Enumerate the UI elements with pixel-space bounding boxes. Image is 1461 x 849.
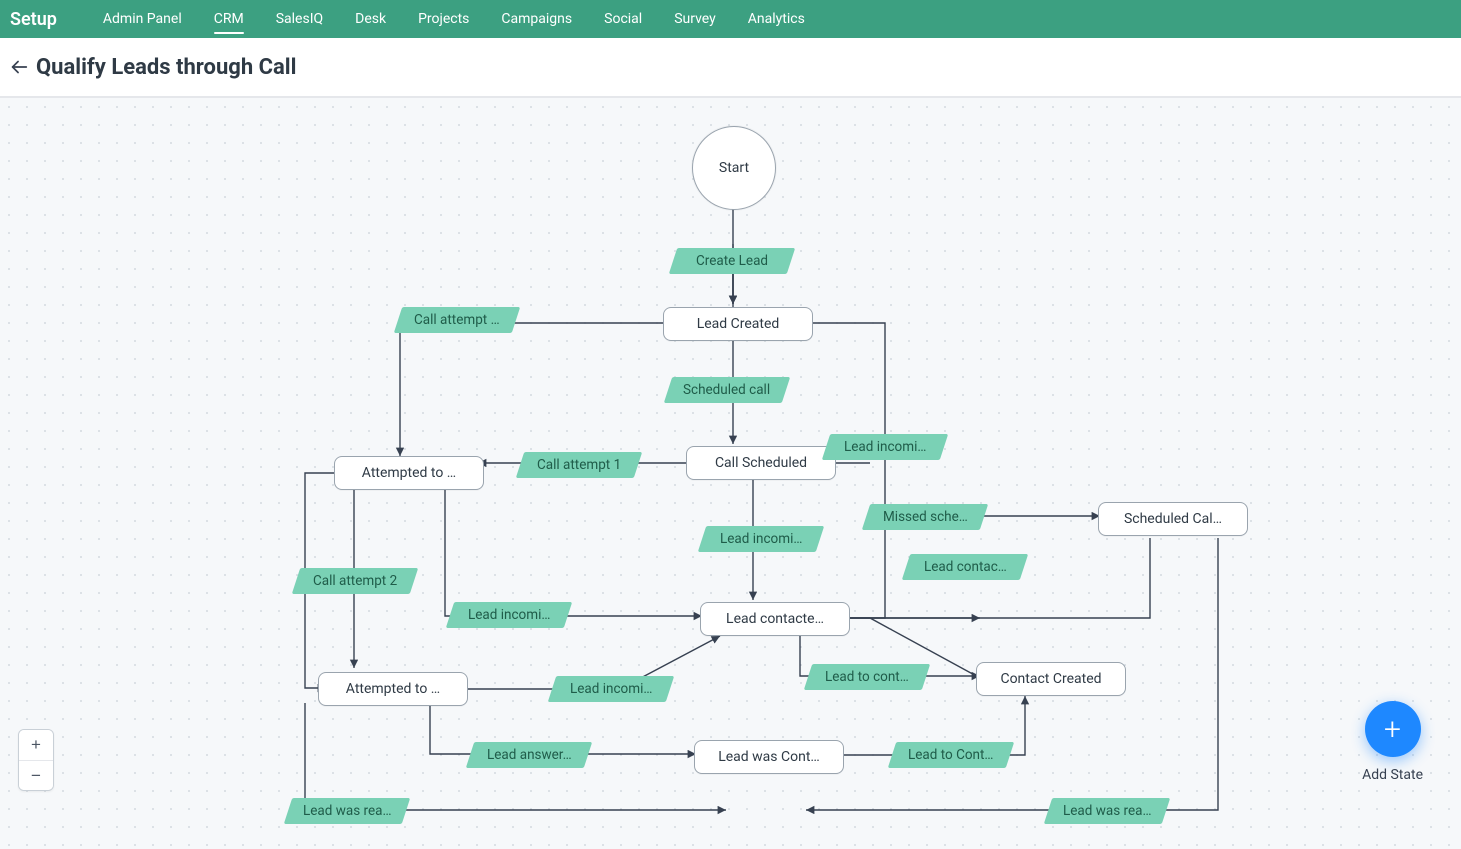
nav-tab-survey[interactable]: Survey	[674, 0, 716, 38]
add-state-caption: Add State	[1362, 767, 1423, 783]
plus-icon: +	[1384, 712, 1401, 747]
page-title: Qualify Leads through Call	[36, 55, 296, 80]
state-lead-was-contacted[interactable]: Lead was Cont…	[694, 740, 844, 774]
transition-label: Lead incomi…	[844, 439, 926, 455]
transition-lead-to-contact-short[interactable]: Lead to cont…	[804, 664, 930, 690]
transition-lead-to-contact-cap[interactable]: Lead to Cont…	[888, 742, 1014, 768]
transition-label: Scheduled call	[683, 382, 770, 398]
zoom-control: + −	[18, 729, 54, 791]
blueprint-canvas[interactable]: Start Create Lead Lead Created Call atte…	[0, 97, 1461, 849]
transition-label: Lead was rea…	[1063, 803, 1152, 819]
state-call-scheduled[interactable]: Call Scheduled	[686, 446, 836, 480]
state-attempted-1[interactable]: Attempted to …	[334, 456, 484, 490]
transition-label: Call attempt 1	[537, 457, 621, 473]
state-lead-contacted[interactable]: Lead contacte…	[700, 602, 850, 636]
transition-lead-incoming-mid[interactable]: Lead incomi…	[698, 526, 824, 552]
transition-label: Lead to Cont…	[908, 747, 993, 763]
nav-tab-projects[interactable]: Projects	[418, 0, 469, 38]
transition-label: Create Lead	[696, 253, 768, 269]
brand: Setup	[10, 9, 57, 30]
zoom-out-button[interactable]: −	[19, 760, 53, 790]
transition-call-attempt-top[interactable]: Call attempt …	[394, 307, 520, 333]
add-state-button[interactable]: +	[1365, 701, 1421, 757]
transition-label: Lead incomi…	[720, 531, 802, 547]
transition-missed-scheduled[interactable]: Missed sche…	[862, 504, 988, 530]
state-lead-created[interactable]: Lead Created	[663, 307, 813, 341]
transition-label: Lead incomi…	[570, 681, 652, 697]
transition-lead-was-reached-right[interactable]: Lead was rea…	[1044, 798, 1170, 824]
transition-label: Lead to cont…	[825, 669, 909, 685]
transition-label: Call attempt 2	[313, 573, 397, 589]
nav-tab-desk[interactable]: Desk	[355, 0, 386, 38]
nav-tab-social[interactable]: Social	[604, 0, 642, 38]
nav-tab-admin[interactable]: Admin Panel	[103, 0, 182, 38]
state-attempted-2[interactable]: Attempted to …	[318, 672, 468, 706]
transition-lead-answered[interactable]: Lead answer…	[466, 742, 592, 768]
zoom-in-button[interactable]: +	[19, 730, 53, 760]
add-state-fab: + Add State	[1362, 701, 1423, 783]
state-scheduled-call-missed[interactable]: Scheduled Cal…	[1098, 502, 1248, 536]
start-node[interactable]: Start	[692, 126, 776, 210]
transition-label: Lead contac…	[924, 559, 1007, 575]
transition-lead-contacted-right[interactable]: Lead contac…	[902, 554, 1028, 580]
transition-call-attempt-1[interactable]: Call attempt 1	[516, 452, 642, 478]
transition-create-lead[interactable]: Create Lead	[669, 248, 795, 274]
transition-label: Lead incomi…	[468, 607, 550, 623]
transition-label: Lead answer…	[487, 747, 572, 763]
transition-call-attempt-2[interactable]: Call attempt 2	[292, 568, 418, 594]
nav-tab-crm[interactable]: CRM	[214, 0, 244, 38]
transition-lead-incoming-low[interactable]: Lead incomi…	[548, 676, 674, 702]
transition-label: Missed sche…	[883, 509, 968, 525]
nav-tab-salesiq[interactable]: SalesIQ	[276, 0, 323, 38]
nav-tab-campaigns[interactable]: Campaigns	[501, 0, 572, 38]
state-contact-created[interactable]: Contact Created	[976, 662, 1126, 696]
top-nav: Setup Admin Panel CRM SalesIQ Desk Proje…	[0, 0, 1461, 38]
transition-scheduled-call[interactable]: Scheduled call	[664, 377, 790, 403]
transition-lead-was-reached-left[interactable]: Lead was rea…	[284, 798, 410, 824]
transition-lead-incoming-left[interactable]: Lead incomi…	[446, 602, 572, 628]
transition-label: Call attempt …	[414, 312, 500, 328]
nav-tab-analytics[interactable]: Analytics	[748, 0, 805, 38]
transition-label: Lead was rea…	[303, 803, 392, 819]
page-header: Qualify Leads through Call	[0, 38, 1461, 97]
back-arrow-icon[interactable]	[8, 56, 30, 78]
transition-lead-incoming-top[interactable]: Lead incomi…	[822, 434, 948, 460]
start-label: Start	[719, 160, 749, 176]
